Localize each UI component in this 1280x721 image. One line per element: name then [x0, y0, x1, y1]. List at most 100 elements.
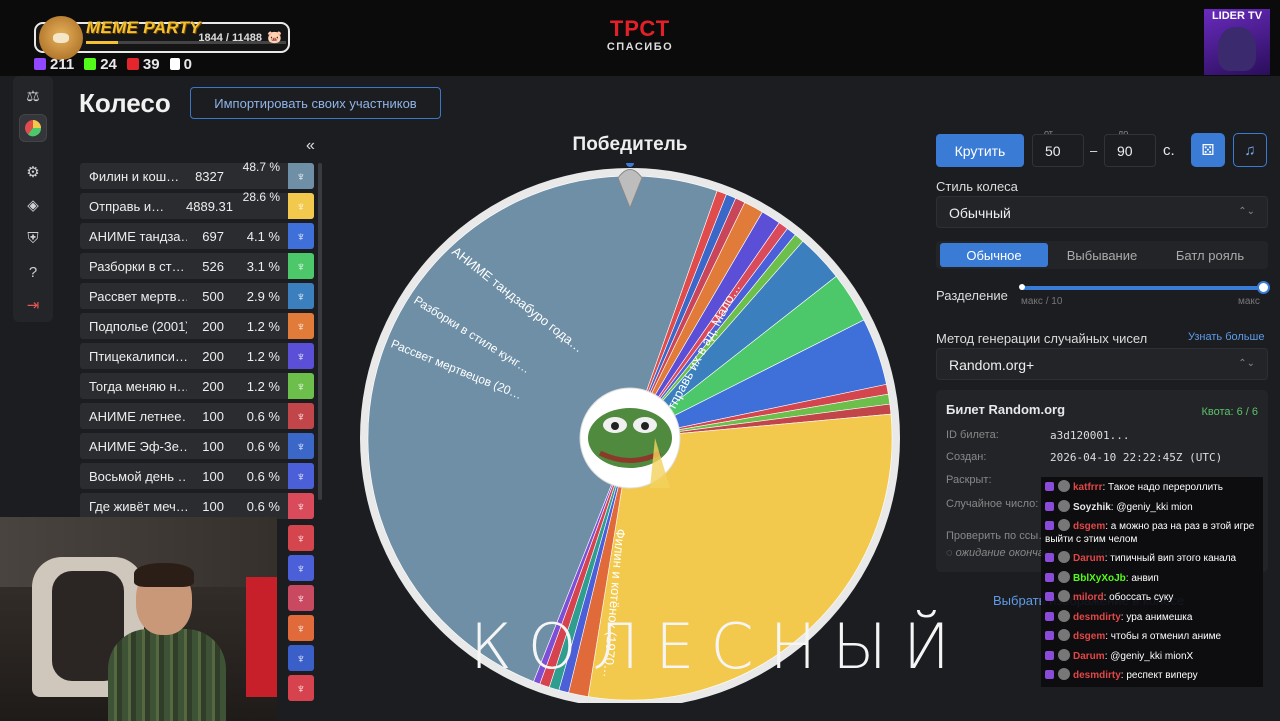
- tab-normal[interactable]: Обычное: [940, 243, 1048, 267]
- participant-row[interactable]: Филин и кош… 8327 48.7 % ♆: [80, 160, 314, 189]
- color-swatch-button[interactable]: ♆: [288, 493, 314, 519]
- chat-username: BblXyXoJb: [1073, 572, 1126, 584]
- help-icon[interactable]: ?: [19, 258, 47, 286]
- duration-from-input[interactable]: 50: [1032, 134, 1084, 167]
- chat-message: Soyzhik: @geniy_kki mion: [1045, 499, 1261, 514]
- participant-name: Рассвет мертв…: [89, 289, 187, 304]
- learn-more-link[interactable]: Узнать больше: [1188, 331, 1264, 343]
- participant-row[interactable]: АНИМЕ тандза… 697 4.1 % ♆: [80, 223, 314, 249]
- twitch-badge-icon: [1045, 521, 1054, 530]
- ticket-title: Билет Random.org: [946, 402, 1066, 417]
- created-value: 2026-04-10 22:22:45Z (UTC): [1050, 451, 1223, 464]
- list-scrollbar[interactable]: [318, 163, 322, 500]
- wheel-style-select[interactable]: Обычный ⌃⌄: [936, 196, 1268, 228]
- wheel-icon[interactable]: [19, 114, 47, 142]
- music-button[interactable]: ♫: [1233, 133, 1267, 167]
- kick-stat: 24: [84, 56, 117, 73]
- bulb-icon: ♆: [296, 168, 306, 184]
- participant-amount: 100: [202, 469, 224, 484]
- split-slider[interactable]: [1019, 281, 1270, 294]
- participant-row[interactable]: АНИМЕ летнее… 100 0.6 % ♆: [80, 403, 314, 429]
- chat-avatar: [1058, 551, 1070, 563]
- slider-handle[interactable]: [1257, 281, 1270, 294]
- rng-method-label: Метод генерации случайных чисел: [936, 331, 1148, 346]
- split-label: Разделение: [936, 288, 1008, 303]
- twitch-badge-icon: [1045, 650, 1054, 660]
- color-swatch-button[interactable]: ♆: [288, 555, 314, 581]
- color-swatch-button[interactable]: ♆: [288, 223, 314, 249]
- participant-row[interactable]: Подполье (2001) 200 1.2 % ♆: [80, 313, 314, 339]
- twitch-stat: 211: [34, 56, 74, 73]
- participant-list: Филин и кош… 8327 48.7 % ♆ Отправь и… 4889.31…: [80, 160, 314, 523]
- spin-button[interactable]: Крутить: [936, 134, 1024, 167]
- chevron-updown-icon: ⌃⌄: [1238, 358, 1255, 369]
- bulb-icon: ♆: [296, 318, 306, 334]
- revealed-label: Раскрыт:: [946, 474, 992, 486]
- color-swatch-button[interactable]: ♆: [288, 283, 314, 309]
- shield-icon[interactable]: ⛨: [19, 224, 47, 252]
- participant-row[interactable]: Отправь и… 4889.31 28.6 % ♆: [80, 190, 314, 219]
- color-swatch-button[interactable]: ♆: [288, 253, 314, 279]
- logout-icon[interactable]: ⇥: [19, 291, 47, 319]
- color-swatch-button[interactable]: ♆: [288, 193, 314, 219]
- chat-message: milord: обоссать суку: [1045, 590, 1261, 604]
- bulb-icon: ♆: [296, 288, 306, 304]
- split-min-label: макс / 10: [1021, 296, 1063, 307]
- chat-avatar: [1058, 499, 1070, 512]
- mode-tabs: Обычное Выбывание Батл рояль: [936, 241, 1268, 269]
- twitch-icon: [34, 58, 46, 70]
- dice-random-button[interactable]: ⚄: [1191, 133, 1225, 167]
- seconds-label: с.: [1163, 142, 1175, 159]
- bulb-icon: ♆: [296, 258, 306, 274]
- split-max-label: макс: [1238, 296, 1260, 307]
- bulb-icon: ♆: [296, 348, 306, 364]
- color-swatch-button[interactable]: ♆: [288, 645, 314, 671]
- participant-row[interactable]: Разборки в ст… 526 3.1 % ♆: [80, 253, 314, 279]
- participant-name: Разборки в ст…: [89, 259, 185, 274]
- auction-gavel-icon[interactable]: ⚖: [19, 82, 47, 110]
- participant-row[interactable]: Тогда меняю н… 200 1.2 % ♆: [80, 373, 314, 399]
- chat-avatar: [1058, 519, 1070, 531]
- tab-elimination[interactable]: Выбывание: [1048, 241, 1156, 269]
- color-swatch-button[interactable]: ♆: [288, 585, 314, 611]
- collapse-list-button[interactable]: «: [306, 137, 315, 155]
- participant-row[interactable]: Птицекалипси… 200 1.2 % ♆: [80, 343, 314, 369]
- participant-row[interactable]: Восьмой день … 100 0.6 % ♆: [80, 463, 314, 489]
- tab-battle-royale[interactable]: Батл рояль: [1156, 241, 1264, 269]
- import-participants-button[interactable]: Импортировать своих участников: [190, 87, 441, 119]
- participant-name: Где живёт меч…: [89, 499, 187, 514]
- color-swatch-button[interactable]: ♆: [288, 463, 314, 489]
- color-swatch-button[interactable]: ♆: [288, 675, 314, 701]
- participant-name: Подполье (2001): [89, 319, 187, 334]
- rng-method-select[interactable]: Random.org+ ⌃⌄: [936, 348, 1268, 380]
- chat-text: типичный вип этого канала: [1110, 553, 1237, 564]
- color-swatch-button[interactable]: ♆: [288, 433, 314, 459]
- color-swatch-button[interactable]: ♆: [288, 525, 314, 551]
- color-swatch-button[interactable]: ♆: [288, 313, 314, 339]
- participant-amount: 200: [202, 379, 224, 394]
- chat-text: респект виперу: [1126, 670, 1198, 681]
- verify-link[interactable]: Проверить по ссы…: [946, 530, 1049, 542]
- participant-row[interactable]: Рассвет мертв… 500 2.9 % ♆: [80, 283, 314, 309]
- twitch-badge-icon: [1045, 592, 1054, 601]
- color-swatch-button[interactable]: ♆: [288, 163, 314, 189]
- layers-icon[interactable]: ◈: [19, 191, 47, 219]
- color-swatch-button[interactable]: ♆: [288, 615, 314, 641]
- doge-avatar: [39, 16, 83, 60]
- color-swatch-button[interactable]: ♆: [288, 403, 314, 429]
- color-swatch-button[interactable]: ♆: [288, 343, 314, 369]
- lider-avatar: [1218, 27, 1256, 71]
- participant-amount: 500: [202, 289, 224, 304]
- participant-amount: 100: [202, 439, 224, 454]
- settings-gear-icon[interactable]: ⚙: [19, 158, 47, 186]
- participant-row[interactable]: Где живёт меч… 100 0.6 % ♆: [80, 493, 314, 519]
- participant-row[interactable]: АНИМЕ Эф-Зе… 100 0.6 % ♆: [80, 433, 314, 459]
- chat-username: Soyzhik: [1073, 501, 1111, 513]
- color-swatch-button[interactable]: ♆: [288, 373, 314, 399]
- lider-tv-logo: LIDER TV: [1204, 9, 1270, 75]
- duration-to-input[interactable]: 90: [1104, 134, 1156, 167]
- participant-amount: 100: [202, 409, 224, 424]
- w-icon: [169, 58, 180, 70]
- participant-percent: 0.6 %: [246, 439, 280, 454]
- participant-percent: 1.2 %: [246, 319, 280, 334]
